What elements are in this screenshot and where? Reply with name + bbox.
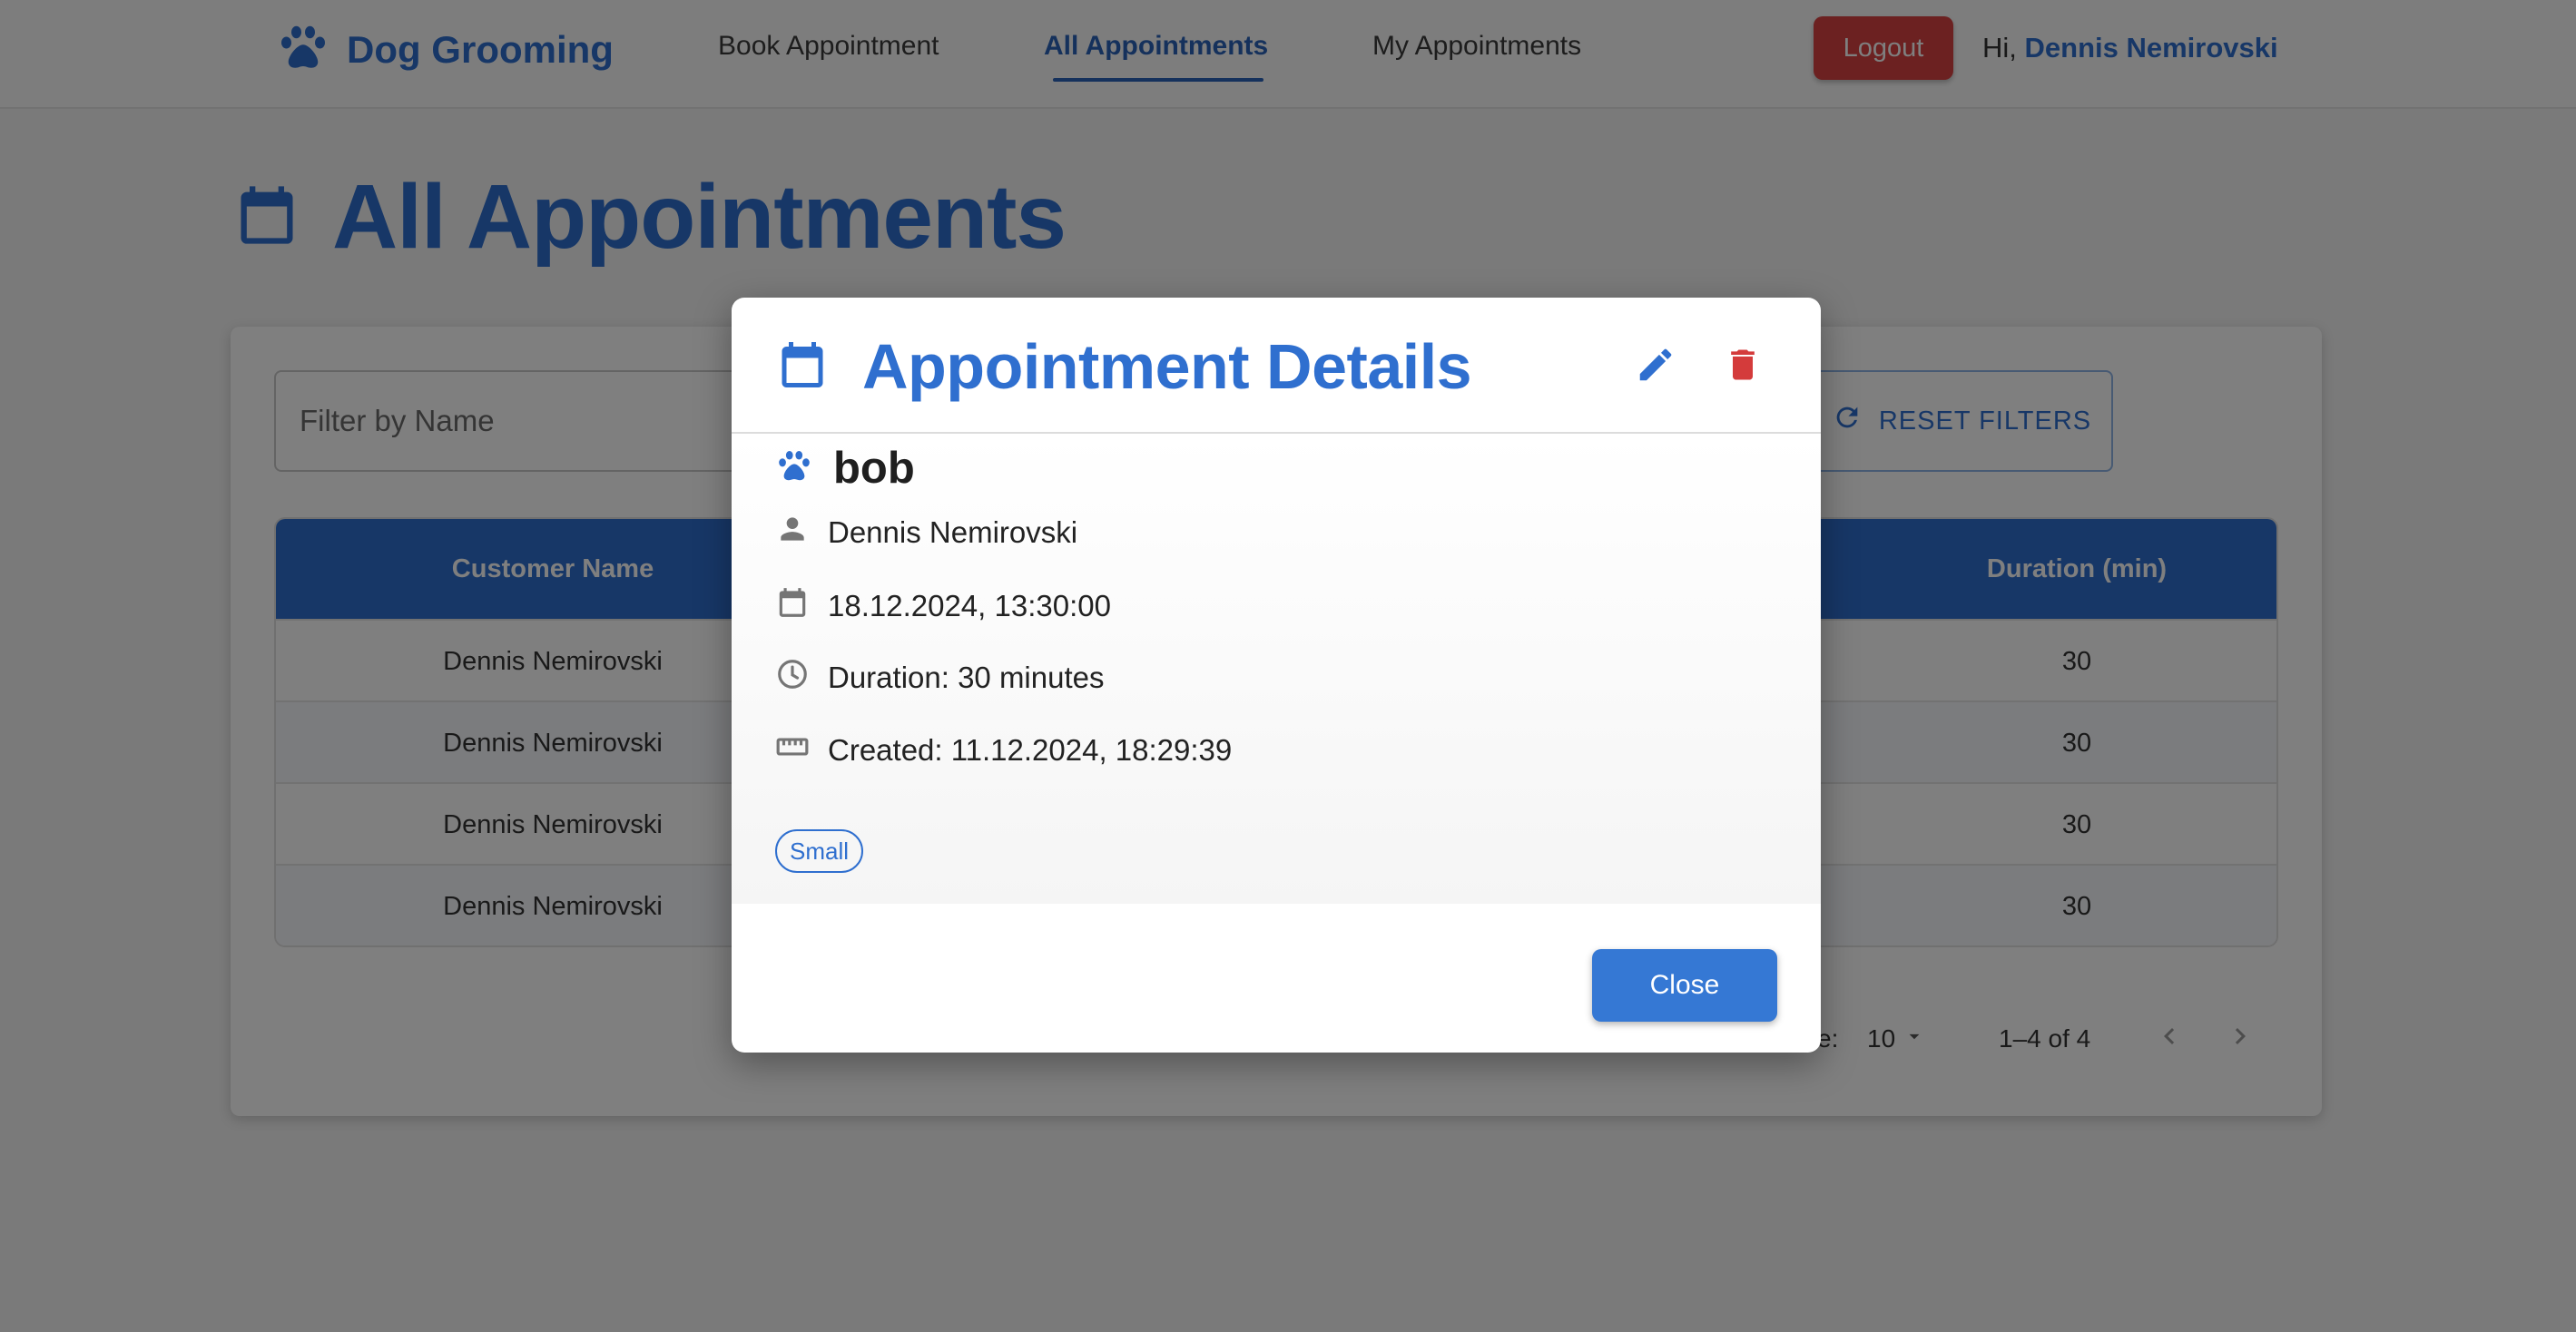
created-row: Created: 11.12.2024, 18:29:39 — [775, 730, 1232, 771]
close-button[interactable]: Close — [1592, 949, 1777, 1022]
delete-icon — [1723, 345, 1763, 389]
size-chip: Small — [775, 829, 864, 873]
customer-name: Dennis Nemirovski — [828, 515, 1078, 549]
dialog-content: bob Dennis Nemirovski 18.12.2024, 13:30:… — [732, 434, 1821, 904]
dialog-title: Appointment Details — [862, 331, 1472, 402]
appointment-duration: Duration: 30 minutes — [828, 661, 1105, 694]
edit-icon — [1635, 344, 1676, 390]
appointment-details-dialog: Appointment Details bob Dennis Nemirovsk… — [732, 298, 1821, 1053]
person-icon — [775, 512, 810, 553]
datetime-row: 18.12.2024, 13:30:00 — [775, 584, 1111, 628]
created-timestamp: Created: 11.12.2024, 18:29:39 — [828, 733, 1233, 767]
duration-row: Duration: 30 minutes — [775, 657, 1105, 699]
paw-icon — [775, 447, 813, 490]
calendar-icon — [775, 335, 830, 399]
pet-name: bob — [833, 444, 915, 493]
customer-row: Dennis Nemirovski — [775, 512, 1077, 553]
appointment-datetime: 18.12.2024, 13:30:00 — [828, 589, 1111, 622]
calendar-icon — [775, 584, 810, 628]
clock-icon — [775, 657, 810, 699]
edit-button[interactable] — [1628, 339, 1683, 394]
dialog-header: Appointment Details — [732, 298, 1821, 434]
pet-row: bob — [775, 443, 915, 494]
delete-button[interactable] — [1716, 339, 1770, 394]
ruler-icon — [775, 730, 810, 771]
dialog-title-group: Appointment Details — [775, 330, 1472, 403]
